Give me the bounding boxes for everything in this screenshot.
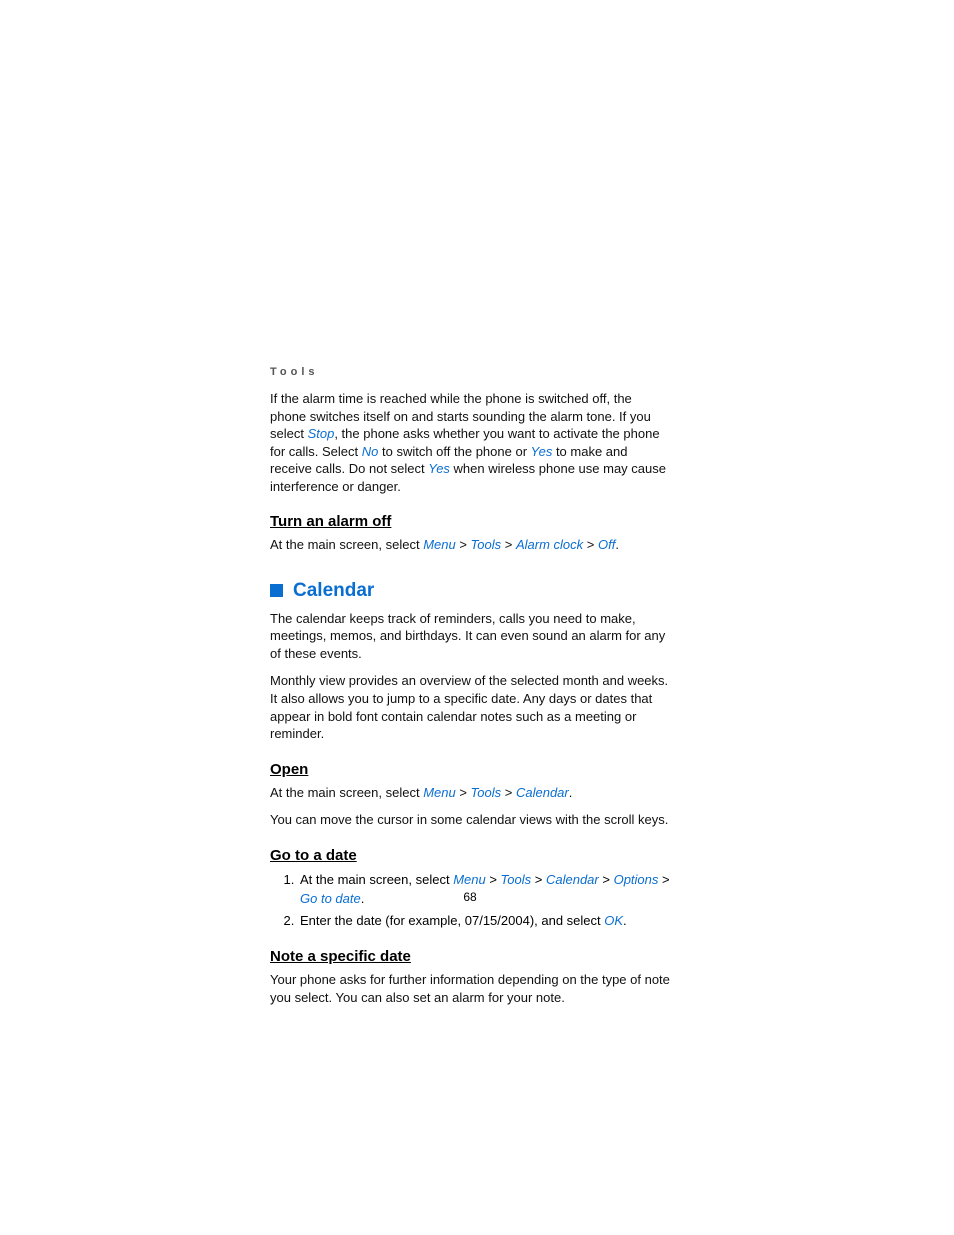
- ui-path-menu: Menu: [423, 785, 456, 800]
- page-number: 68: [270, 890, 670, 904]
- ui-term-ok: OK: [604, 913, 623, 928]
- heading-calendar: Calendar: [270, 580, 670, 602]
- ui-term-yes: Yes: [428, 461, 450, 476]
- ui-path-tools: Tools: [501, 872, 532, 887]
- document-page: Tools If the alarm time is reached while…: [270, 366, 670, 1016]
- note-paragraph: Your phone asks for further information …: [270, 971, 670, 1006]
- sep: >: [501, 537, 516, 552]
- text: At the main screen, select: [270, 785, 423, 800]
- heading-turn-alarm-off: Turn an alarm off: [270, 513, 670, 530]
- heading-note-specific-date: Note a specific date: [270, 948, 670, 965]
- intro-paragraph: If the alarm time is reached while the p…: [270, 390, 670, 495]
- ui-path-tools: Tools: [471, 537, 502, 552]
- sep: >: [501, 785, 516, 800]
- calendar-paragraph-2: Monthly view provides an overview of the…: [270, 672, 670, 742]
- text: .: [569, 785, 573, 800]
- text: Enter the date (for example, 07/15/2004)…: [300, 913, 604, 928]
- ui-term-no: No: [362, 444, 379, 459]
- ui-path-off: Off: [598, 537, 615, 552]
- text: .: [615, 537, 619, 552]
- open-paragraph-2: You can move the cursor in some calendar…: [270, 811, 670, 829]
- heading-text: Calendar: [293, 580, 374, 602]
- open-paragraph-1: At the main screen, select Menu > Tools …: [270, 784, 670, 802]
- heading-open: Open: [270, 761, 670, 778]
- sep: >: [658, 872, 669, 887]
- ui-term-yes: Yes: [531, 444, 553, 459]
- square-bullet-icon: [270, 584, 283, 597]
- list-item: Enter the date (for example, 07/15/2004)…: [298, 911, 670, 931]
- sep: >: [486, 872, 501, 887]
- ui-path-calendar: Calendar: [516, 785, 569, 800]
- sep: >: [456, 785, 471, 800]
- sep: >: [456, 537, 471, 552]
- ui-path-menu: Menu: [453, 872, 486, 887]
- ui-path-calendar: Calendar: [546, 872, 599, 887]
- heading-go-to-a-date: Go to a date: [270, 847, 670, 864]
- sep: >: [531, 872, 546, 887]
- text: .: [623, 913, 627, 928]
- turn-off-paragraph: At the main screen, select Menu > Tools …: [270, 536, 670, 554]
- sep: >: [583, 537, 598, 552]
- text: to switch off the phone or: [378, 444, 530, 459]
- text: At the main screen, select: [300, 872, 453, 887]
- ui-path-tools: Tools: [471, 785, 502, 800]
- ui-path-alarm-clock: Alarm clock: [516, 537, 583, 552]
- ui-path-options: Options: [614, 872, 659, 887]
- ui-term-stop: Stop: [308, 426, 335, 441]
- sep: >: [599, 872, 614, 887]
- text: At the main screen, select: [270, 537, 423, 552]
- section-kicker: Tools: [270, 366, 670, 378]
- calendar-paragraph-1: The calendar keeps track of reminders, c…: [270, 610, 670, 663]
- ui-path-menu: Menu: [423, 537, 456, 552]
